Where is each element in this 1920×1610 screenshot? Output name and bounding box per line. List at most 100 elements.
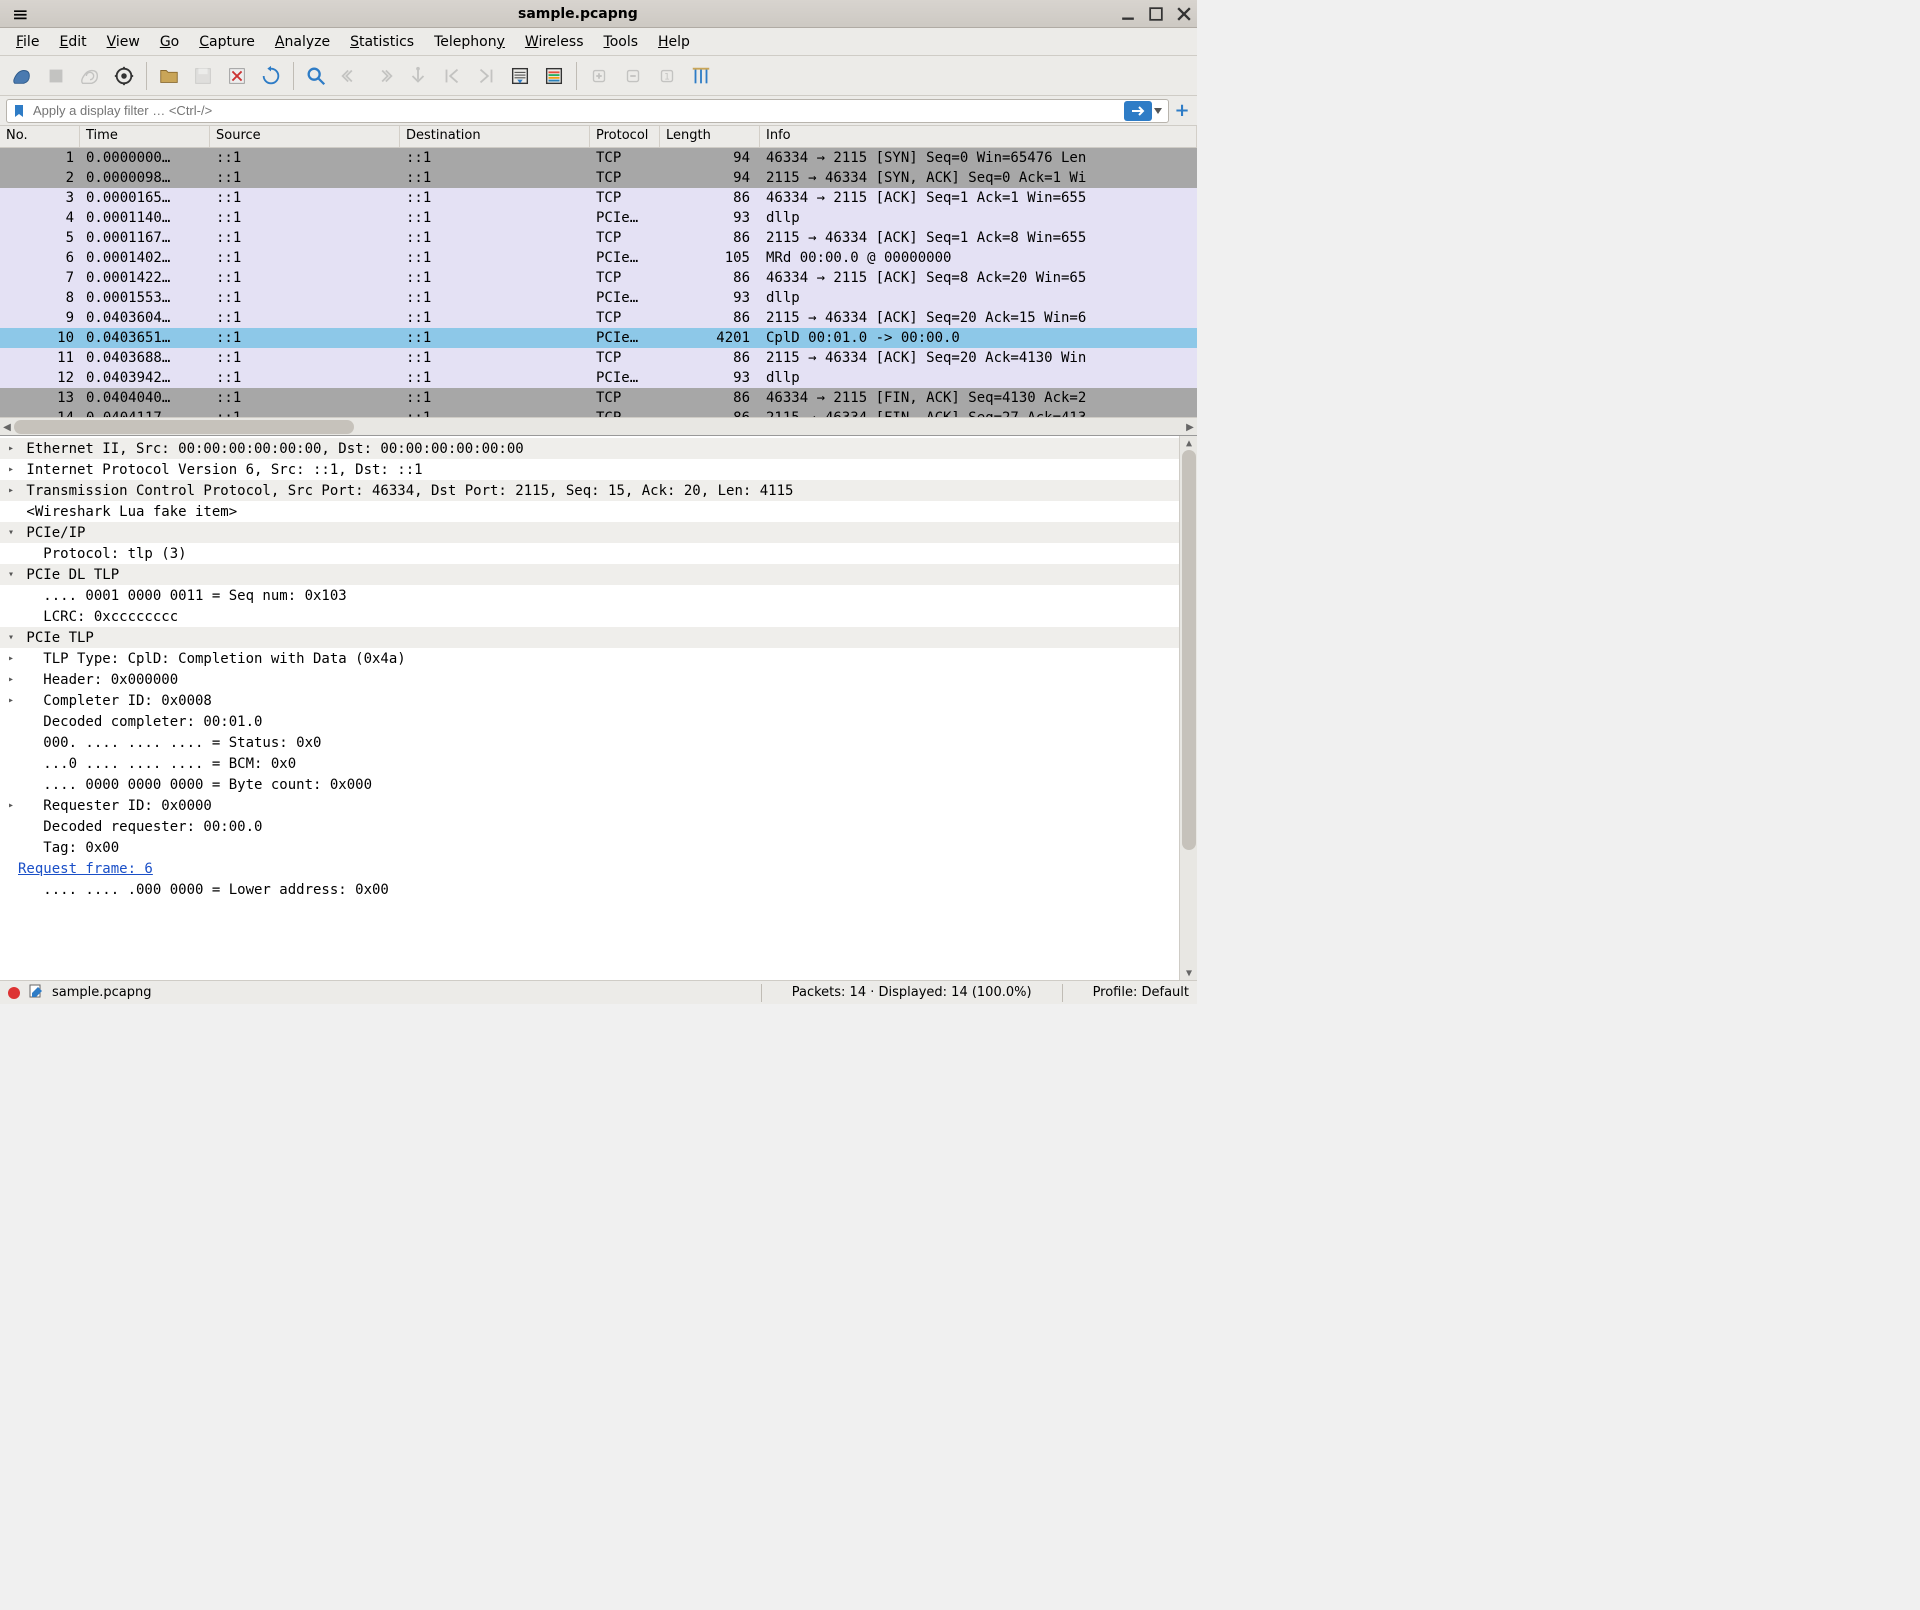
detail-tree-item[interactable]: .... 0001 0000 0011 = Seq num: 0x103 — [0, 585, 1179, 606]
menu-item-go[interactable]: Go — [152, 30, 187, 54]
jump-to-packet-button[interactable] — [402, 60, 434, 92]
packet-row[interactable]: 140.0404117…::1::1TCP862115 → 46334 [FIN… — [0, 408, 1197, 417]
start-capture-button[interactable] — [6, 60, 38, 92]
column-header-info[interactable]: Info — [760, 126, 1197, 147]
save-file-button[interactable] — [187, 60, 219, 92]
menu-item-wireless[interactable]: Wireless — [517, 30, 592, 54]
detail-tree-item[interactable]: Protocol: tlp (3) — [0, 543, 1179, 564]
detail-tree-item[interactable]: ▸ Transmission Control Protocol, Src Por… — [0, 480, 1179, 501]
detail-tree-item[interactable]: ▸ TLP Type: CplD: Completion with Data (… — [0, 648, 1179, 669]
packet-row[interactable]: 60.0001402…::1::1PCIe…105MRd 00:00.0 @ 0… — [0, 248, 1197, 268]
zoom-in-button[interactable] — [583, 60, 615, 92]
detail-tree-item[interactable]: ▸ Ethernet II, Src: 00:00:00:00:00:00, D… — [0, 438, 1179, 459]
stop-capture-button[interactable] — [40, 60, 72, 92]
zoom-reset-button[interactable]: 1 — [651, 60, 683, 92]
detail-tree-item[interactable]: .... .... .000 0000 = Lower address: 0x0… — [0, 879, 1179, 900]
packet-row[interactable]: 130.0404040…::1::1TCP8646334 → 2115 [FIN… — [0, 388, 1197, 408]
detail-tree-item[interactable]: 000. .... .... .... = Status: 0x0 — [0, 732, 1179, 753]
column-header-length[interactable]: Length — [660, 126, 760, 147]
packet-details-tree[interactable]: ▸ Ethernet II, Src: 00:00:00:00:00:00, D… — [0, 436, 1179, 980]
packet-row[interactable]: 120.0403942…::1::1PCIe…93dllp — [0, 368, 1197, 388]
detail-tree-item[interactable]: <Wireshark Lua fake item> — [0, 501, 1179, 522]
packet-row[interactable]: 90.0403604…::1::1TCP862115 → 46334 [ACK]… — [0, 308, 1197, 328]
detail-tree-item[interactable]: ▸ Internet Protocol Version 6, Src: ::1,… — [0, 459, 1179, 480]
packet-list-body[interactable]: 10.0000000…::1::1TCP9446334 → 2115 [SYN]… — [0, 148, 1197, 417]
go-first-packet-button[interactable] — [436, 60, 468, 92]
column-header-no[interactable]: No. — [0, 126, 80, 147]
packet-row[interactable]: 50.0001167…::1::1TCP862115 → 46334 [ACK]… — [0, 228, 1197, 248]
packet-row[interactable]: 40.0001140…::1::1PCIe…93dllp — [0, 208, 1197, 228]
app-menu-button[interactable]: ≡ — [6, 2, 35, 26]
packet-list-header: No. Time Source Destination Protocol Len… — [0, 126, 1197, 148]
packet-row[interactable]: 10.0000000…::1::1TCP9446334 → 2115 [SYN]… — [0, 148, 1197, 168]
menu-item-statistics[interactable]: Statistics — [342, 30, 422, 54]
menu-item-analyze[interactable]: Analyze — [267, 30, 338, 54]
status-packets-label: Packets: 14 · Displayed: 14 (100.0%) — [772, 985, 1052, 1000]
packet-row[interactable]: 80.0001553…::1::1PCIe…93dllp — [0, 288, 1197, 308]
detail-tree-item[interactable]: ▾ PCIe/IP — [0, 522, 1179, 543]
menu-item-view[interactable]: View — [99, 30, 148, 54]
close-button[interactable] — [1177, 7, 1191, 21]
expert-info-button[interactable] — [8, 987, 20, 999]
packet-details-vscrollbar[interactable]: ▲ ▼ — [1179, 436, 1197, 980]
detail-tree-item[interactable]: Request frame: 6 — [0, 858, 1179, 879]
detail-tree-item[interactable]: .... 0000 0000 0000 = Byte count: 0x000 — [0, 774, 1179, 795]
open-file-button[interactable] — [153, 60, 185, 92]
column-header-source[interactable]: Source — [210, 126, 400, 147]
detail-tree-item[interactable]: ▸ Requester ID: 0x0000 — [0, 795, 1179, 816]
apply-filter-button[interactable] — [1124, 101, 1152, 121]
status-bar: sample.pcapng Packets: 14 · Displayed: 1… — [0, 980, 1197, 1004]
packet-list-pane: No. Time Source Destination Protocol Len… — [0, 126, 1197, 436]
detail-tree-item[interactable]: LCRC: 0xcccccccc — [0, 606, 1179, 627]
menu-item-telephony[interactable]: Telephony — [426, 30, 513, 54]
edit-capture-comment-icon[interactable] — [28, 983, 44, 1003]
go-forward-button[interactable] — [368, 60, 400, 92]
go-last-packet-button[interactable] — [470, 60, 502, 92]
restart-capture-button[interactable] — [74, 60, 106, 92]
detail-tree-item[interactable]: Decoded completer: 00:01.0 — [0, 711, 1179, 732]
filter-history-dropdown[interactable] — [1152, 101, 1164, 121]
bookmark-icon[interactable] — [11, 103, 27, 119]
packet-row[interactable]: 100.0403651…::1::1PCIe…4201CplD 00:01.0 … — [0, 328, 1197, 348]
close-file-button[interactable] — [221, 60, 253, 92]
detail-tree-item[interactable]: Tag: 0x00 — [0, 837, 1179, 858]
detail-tree-item[interactable]: ...0 .... .... .... = BCM: 0x0 — [0, 753, 1179, 774]
packet-row[interactable]: 30.0000165…::1::1TCP8646334 → 2115 [ACK]… — [0, 188, 1197, 208]
reload-file-button[interactable] — [255, 60, 287, 92]
status-profile-label[interactable]: Profile: Default — [1073, 985, 1189, 1000]
go-back-button[interactable] — [334, 60, 366, 92]
packet-list-hscrollbar[interactable]: ◀ ▶ — [0, 417, 1197, 435]
packet-row[interactable]: 70.0001422…::1::1TCP8646334 → 2115 [ACK]… — [0, 268, 1197, 288]
menubar: FileEditViewGoCaptureAnalyzeStatisticsTe… — [0, 28, 1197, 56]
column-header-destination[interactable]: Destination — [400, 126, 590, 147]
colorize-button[interactable] — [538, 60, 570, 92]
maximize-button[interactable] — [1149, 7, 1163, 21]
packet-row[interactable]: 110.0403688…::1::1TCP862115 → 46334 [ACK… — [0, 348, 1197, 368]
autoscroll-button[interactable] — [504, 60, 536, 92]
menu-item-capture[interactable]: Capture — [191, 30, 263, 54]
column-header-time[interactable]: Time — [80, 126, 210, 147]
detail-tree-item[interactable]: ▸ Header: 0x000000 — [0, 669, 1179, 690]
capture-options-button[interactable] — [108, 60, 140, 92]
menu-item-edit[interactable]: Edit — [51, 30, 94, 54]
menu-item-help[interactable]: Help — [650, 30, 698, 54]
display-filter-input[interactable] — [27, 103, 1124, 118]
menu-item-file[interactable]: File — [8, 30, 47, 54]
status-file-label: sample.pcapng — [52, 985, 152, 1000]
menu-item-tools[interactable]: Tools — [596, 30, 647, 54]
window-title: sample.pcapng — [35, 6, 1121, 22]
zoom-out-button[interactable] — [617, 60, 649, 92]
detail-tree-item[interactable]: ▾ PCIe DL TLP — [0, 564, 1179, 585]
minimize-button[interactable] — [1121, 7, 1135, 21]
packet-row[interactable]: 20.0000098…::1::1TCP942115 → 46334 [SYN,… — [0, 168, 1197, 188]
detail-tree-item[interactable]: Decoded requester: 00:00.0 — [0, 816, 1179, 837]
column-header-protocol[interactable]: Protocol — [590, 126, 660, 147]
find-packet-button[interactable] — [300, 60, 332, 92]
detail-tree-item[interactable]: ▸ Completer ID: 0x0008 — [0, 690, 1179, 711]
packet-details-pane: ▸ Ethernet II, Src: 00:00:00:00:00:00, D… — [0, 436, 1197, 980]
add-filter-expression-button[interactable]: + — [1173, 102, 1191, 120]
window-titlebar: ≡ sample.pcapng — [0, 0, 1197, 28]
request-frame-link[interactable]: Request frame: 6 — [18, 861, 153, 877]
resize-columns-button[interactable] — [685, 60, 717, 92]
detail-tree-item[interactable]: ▾ PCIe TLP — [0, 627, 1179, 648]
